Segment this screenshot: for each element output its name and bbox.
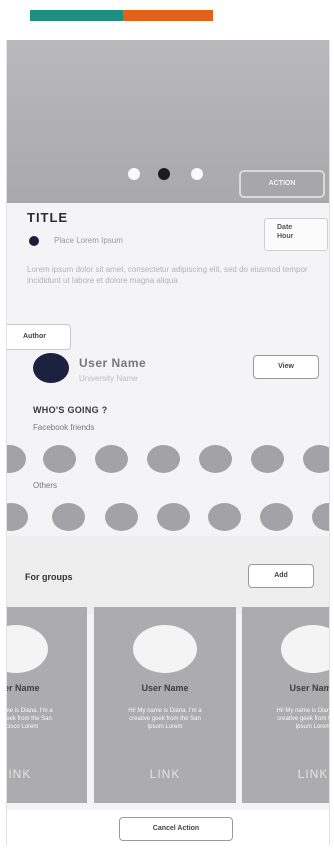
facebook-friend-avatar[interactable] [43, 445, 76, 473]
card-bio: Hi! My name is Diana. I'm a creative gee… [276, 708, 330, 730]
event-description: Lorem ipsum dolor sit amet, consectetur … [27, 265, 308, 285]
other-attendee-avatar[interactable] [105, 503, 138, 531]
card-avatar [133, 625, 197, 673]
card-user-name: User Name [7, 683, 40, 693]
accent-bar-teal [30, 10, 123, 21]
other-attendee-avatar[interactable] [157, 503, 190, 531]
action-button[interactable]: ACTION [239, 170, 325, 198]
other-attendee-avatar[interactable] [312, 503, 329, 531]
group-card[interactable]: User Name Hi! My name is Diana. I'm a cr… [242, 607, 330, 803]
author-university: University Name [79, 374, 138, 383]
card-bio: Hi! My name is Diana. I'm a creative gee… [6, 708, 53, 730]
hero-image: ACTION [7, 40, 329, 203]
other-attendee-avatar[interactable] [208, 503, 241, 531]
carousel-dot-1[interactable] [128, 168, 140, 180]
facebook-friend-avatar[interactable] [303, 445, 329, 473]
card-user-name: User Name [141, 683, 189, 693]
place-pin-icon [29, 236, 39, 246]
carousel-dot-3[interactable] [191, 168, 203, 180]
card-user-name: User Name [289, 683, 329, 693]
facebook-friend-avatar[interactable] [199, 445, 232, 473]
event-place: Place Lorem Ipsum [54, 236, 123, 245]
others-label: Others [33, 481, 58, 490]
hour-label: Hour [277, 233, 294, 240]
for-groups-label: For groups [25, 572, 73, 582]
other-attendee-avatar[interactable] [7, 503, 28, 531]
whos-going-heading: WHO'S GOING ? [33, 405, 108, 415]
card-bio: Hi! My name is Diana. I'm a creative gee… [128, 708, 202, 730]
view-profile-button[interactable]: View [253, 355, 319, 379]
facebook-friend-avatar[interactable] [95, 445, 128, 473]
event-title: TITLE [27, 210, 69, 225]
phone-screen: ACTION TITLE Place Lorem Ipsum Date Hour… [6, 40, 330, 846]
date-label: Date [277, 224, 293, 231]
author-avatar [33, 353, 69, 383]
card-avatar [7, 625, 48, 673]
carousel-dot-2[interactable] [158, 168, 170, 180]
card-avatar [281, 625, 329, 673]
author-name: User Name [79, 356, 147, 370]
other-attendee-avatar[interactable] [52, 503, 85, 531]
accent-bar-orange [123, 10, 213, 21]
date-hour-box: Date Hour [264, 218, 328, 251]
facebook-friend-avatar[interactable] [147, 445, 180, 473]
facebook-friends-label: Facebook friends [33, 423, 95, 432]
card-link[interactable]: LINK [242, 767, 329, 781]
card-link[interactable]: LINK [7, 767, 87, 781]
author-tag: Author [7, 324, 71, 350]
facebook-friend-avatar[interactable] [251, 445, 284, 473]
group-card[interactable]: User Name Hi! My name is Diana. I'm a cr… [94, 607, 236, 803]
add-group-button[interactable]: Add [248, 564, 314, 588]
other-attendee-avatar[interactable] [260, 503, 293, 531]
facebook-friend-avatar[interactable] [7, 445, 26, 473]
card-link[interactable]: LINK [94, 767, 236, 781]
group-card[interactable]: User Name Hi! My name is Diana. I'm a cr… [6, 607, 87, 803]
cancel-action-button[interactable]: Cancel Action [119, 817, 233, 841]
